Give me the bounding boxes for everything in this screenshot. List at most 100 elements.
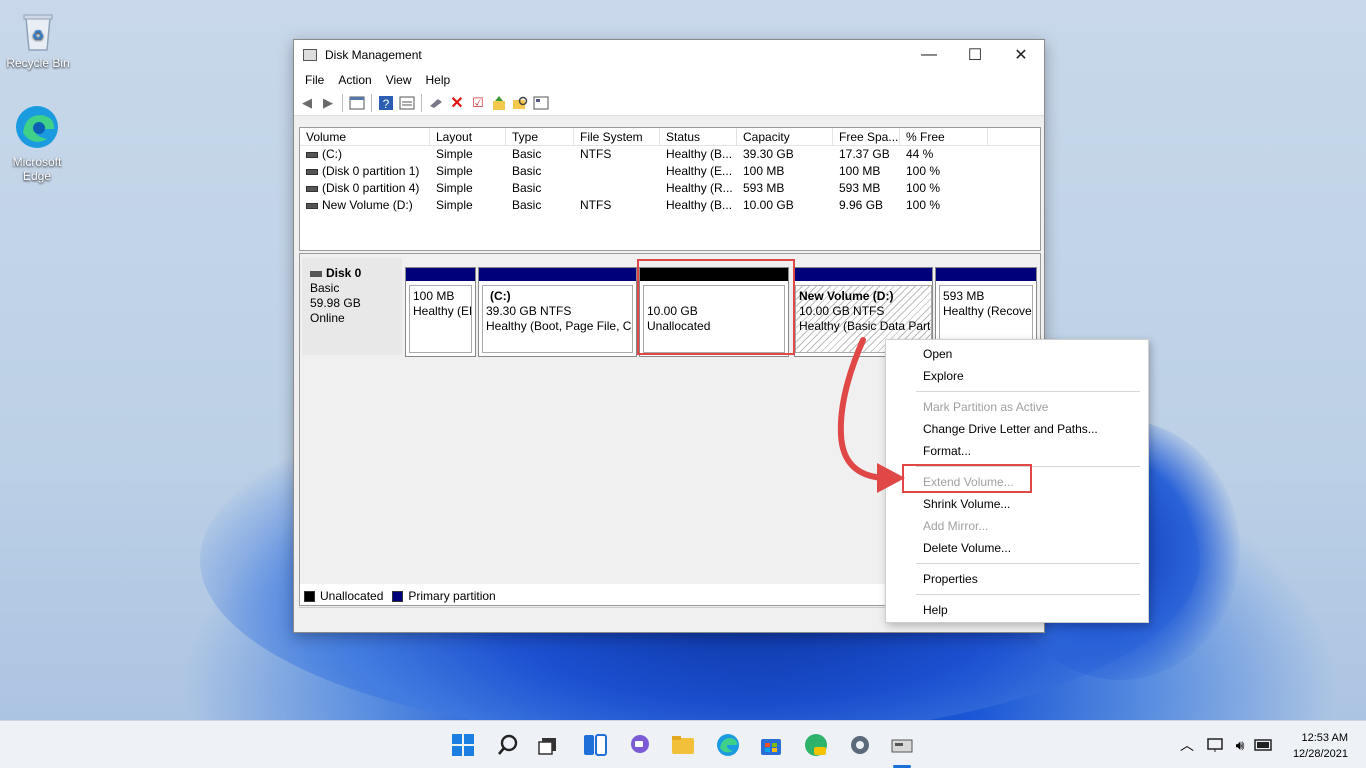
cell: Healthy (R... bbox=[666, 181, 733, 195]
menu-item-shrink-volume[interactable]: Shrink Volume... bbox=[923, 496, 1010, 512]
table-row[interactable]: New Volume (D:) Simple Basic NTFS Health… bbox=[300, 197, 1040, 214]
partition-bar bbox=[479, 268, 636, 281]
cell: 9.96 GB bbox=[839, 198, 884, 212]
help-icon[interactable]: ? bbox=[377, 94, 395, 112]
start-icon[interactable] bbox=[449, 731, 477, 759]
recycle-bin-icon: ♻ bbox=[23, 14, 53, 51]
desktop-icon-edge[interactable]: Microsoft Edge bbox=[0, 103, 74, 183]
menu-action[interactable]: Action bbox=[331, 73, 378, 87]
settings-icon[interactable] bbox=[846, 731, 874, 759]
partition-size: 593 MB bbox=[943, 289, 985, 303]
volume-icon[interactable]: 🔊︎ bbox=[1229, 731, 1251, 759]
view-icon[interactable] bbox=[532, 94, 550, 112]
column-percent-free[interactable]: % Free bbox=[900, 128, 988, 145]
menu-separator bbox=[916, 563, 1140, 564]
up-folder-icon[interactable] bbox=[490, 94, 508, 112]
cell: Simple bbox=[436, 181, 473, 195]
column-status[interactable]: Status bbox=[660, 128, 737, 145]
column-layout[interactable]: Layout bbox=[430, 128, 506, 145]
column-volume[interactable]: Volume bbox=[300, 128, 430, 145]
cell: Simple bbox=[436, 147, 473, 161]
store-icon[interactable] bbox=[757, 731, 785, 759]
cell: (C:) bbox=[322, 147, 342, 161]
partition-c[interactable]: (C:) 39.30 GB NTFS Healthy (Boot, Page F… bbox=[478, 267, 637, 357]
column-file-system[interactable]: File System bbox=[574, 128, 660, 145]
partition-bar bbox=[406, 268, 475, 281]
toolbar-separator bbox=[371, 93, 372, 112]
column-free-space[interactable]: Free Spa... bbox=[833, 128, 900, 145]
chat-icon[interactable] bbox=[626, 731, 654, 759]
menu-item-properties[interactable]: Properties bbox=[923, 571, 978, 587]
partition-efi[interactable]: 100 MB Healthy (EF bbox=[405, 267, 476, 357]
desktop-icon-label: Microsoft Edge bbox=[12, 155, 62, 183]
back-icon[interactable]: ◀ bbox=[298, 94, 316, 112]
app-icon bbox=[303, 49, 317, 61]
menu-item-format[interactable]: Format... bbox=[923, 443, 971, 459]
close-button[interactable]: ✕ bbox=[998, 40, 1044, 70]
disk-management-icon[interactable] bbox=[888, 731, 916, 759]
title-bar[interactable]: Disk Management — ☐ ✕ bbox=[294, 40, 1044, 70]
table-row[interactable]: (C:) Simple Basic NTFS Healthy (B... 39.… bbox=[300, 146, 1040, 163]
cell: (Disk 0 partition 4) bbox=[322, 181, 420, 195]
window-title: Disk Management bbox=[325, 48, 422, 62]
delete-icon[interactable]: ✕ bbox=[448, 94, 466, 112]
cell: 100 % bbox=[906, 164, 941, 178]
partition-title: (C:) bbox=[490, 289, 511, 303]
chevron-up-icon[interactable]: ︿ bbox=[1176, 731, 1198, 759]
console-tree-icon[interactable] bbox=[348, 94, 366, 112]
cell: Simple bbox=[436, 164, 473, 178]
volume-icon bbox=[306, 185, 318, 192]
menu-item-delete-volume[interactable]: Delete Volume... bbox=[923, 540, 1011, 556]
menu-item-change-drive-letter[interactable]: Change Drive Letter and Paths... bbox=[923, 421, 1098, 437]
column-capacity[interactable]: Capacity bbox=[737, 128, 833, 145]
desktop-icon-recycle-bin[interactable]: ♻ Recycle Bin bbox=[0, 10, 76, 70]
menu-view[interactable]: View bbox=[379, 73, 419, 87]
file-explorer-icon[interactable] bbox=[669, 731, 697, 759]
partition-size: 39.30 GB NTFS bbox=[486, 304, 572, 318]
menu-item-explore[interactable]: Explore bbox=[923, 368, 964, 384]
menu-item-mark-active: Mark Partition as Active bbox=[923, 400, 1049, 414]
svg-text:♻: ♻ bbox=[32, 27, 45, 43]
cell: 44 % bbox=[906, 147, 934, 161]
menu-item-open[interactable]: Open bbox=[923, 346, 952, 362]
properties-icon[interactable] bbox=[398, 94, 416, 112]
widgets-icon[interactable] bbox=[581, 731, 609, 759]
menu-help[interactable]: Help bbox=[419, 73, 458, 87]
edge-canary-icon[interactable] bbox=[802, 731, 830, 759]
clock[interactable]: 12:53 AM 12/28/2021 bbox=[1293, 730, 1348, 762]
search-icon[interactable] bbox=[494, 731, 522, 759]
table-row[interactable]: (Disk 0 partition 1) Simple Basic Health… bbox=[300, 163, 1040, 180]
disk-header[interactable]: Disk 0 Basic 59.98 GB Online bbox=[302, 258, 402, 355]
volume-list-header: Volume Layout Type File System Status Ca… bbox=[300, 128, 1040, 146]
menu-item-help[interactable]: Help bbox=[923, 602, 948, 618]
cell: Simple bbox=[436, 198, 473, 212]
cell bbox=[574, 163, 660, 180]
maximize-button[interactable]: ☐ bbox=[952, 40, 998, 70]
search-folder-icon[interactable] bbox=[511, 94, 529, 112]
edge-icon[interactable] bbox=[714, 731, 742, 759]
task-view-icon[interactable] bbox=[535, 731, 563, 759]
network-icon[interactable] bbox=[1205, 731, 1227, 759]
cell: Basic bbox=[512, 198, 542, 212]
disk-size: 59.98 GB bbox=[310, 296, 361, 310]
volume-icon bbox=[306, 168, 318, 175]
table-row[interactable]: (Disk 0 partition 4) Simple Basic Health… bbox=[300, 180, 1040, 197]
edge-icon bbox=[16, 106, 58, 148]
cell: Healthy (E... bbox=[666, 164, 733, 178]
connect-icon[interactable] bbox=[427, 94, 445, 112]
partition-status: Healthy (Boot, Page File, Cra bbox=[486, 319, 633, 333]
cell: NTFS bbox=[580, 198, 612, 212]
forward-icon[interactable]: ▶ bbox=[319, 94, 337, 112]
column-type[interactable]: Type bbox=[506, 128, 574, 145]
cell: NTFS bbox=[580, 147, 612, 161]
toolbar-separator bbox=[342, 93, 343, 112]
battery-icon[interactable] bbox=[1253, 731, 1275, 759]
toolbar-separator bbox=[421, 93, 422, 112]
legend-unallocated: Unallocated bbox=[320, 589, 384, 603]
check-icon[interactable]: ☑ bbox=[469, 94, 487, 112]
legend-swatch-primary bbox=[392, 590, 404, 602]
cell: (Disk 0 partition 1) bbox=[322, 164, 420, 178]
minimize-button[interactable]: — bbox=[906, 40, 952, 70]
menu-file[interactable]: File bbox=[298, 73, 331, 87]
volume-icon bbox=[306, 202, 318, 209]
